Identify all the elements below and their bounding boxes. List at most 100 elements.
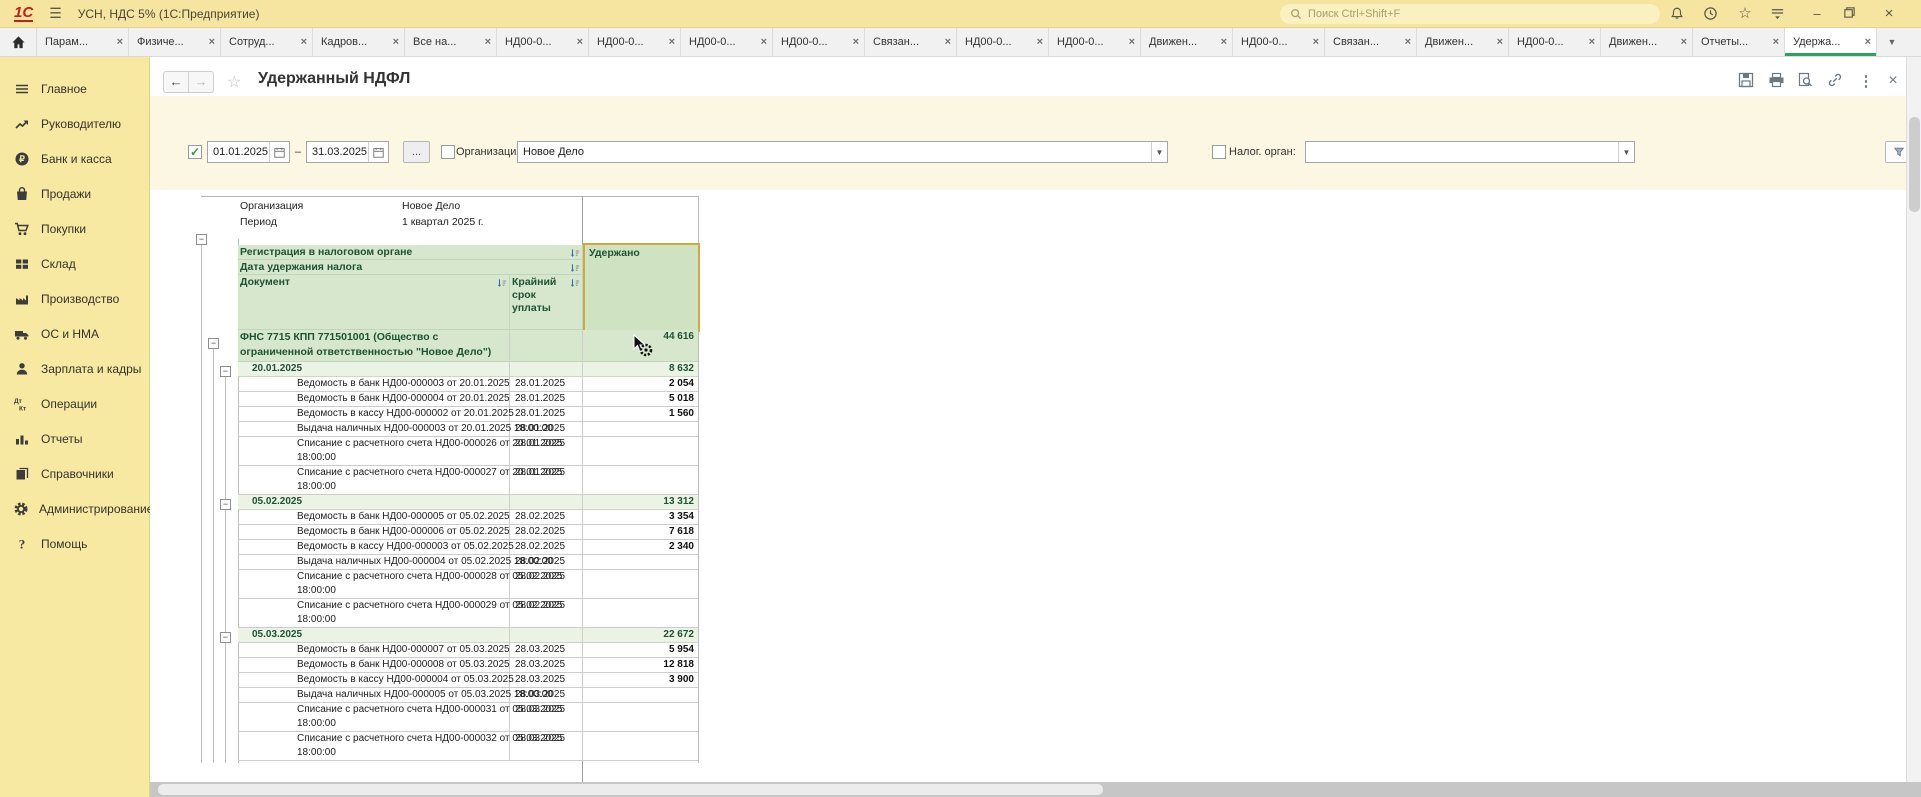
back-button[interactable]: ←: [163, 71, 189, 93]
sort-icon[interactable]: [568, 246, 580, 259]
sidebar-item-bag[interactable]: Продажи: [0, 176, 149, 211]
tab-close-icon[interactable]: ×: [485, 36, 491, 48]
sidebar-item-person[interactable]: Зарплата и кадры: [0, 351, 149, 386]
calendar-icon[interactable]: [269, 142, 289, 162]
vertical-scrollbar[interactable]: [1906, 57, 1921, 782]
tab-close-icon[interactable]: ×: [393, 36, 399, 48]
detail-row[interactable]: Ведомость в банк НД00-000003 от 20.01.20…: [201, 377, 698, 392]
tab-close-icon[interactable]: ×: [853, 36, 859, 48]
tab-item[interactable]: Удержа...×: [1785, 28, 1877, 56]
detail-row[interactable]: Выдача наличных НД00-000004 от 05.02.202…: [201, 555, 698, 570]
tab-item[interactable]: Физиче...×: [129, 28, 221, 56]
tab-item[interactable]: Движен...×: [1601, 28, 1693, 56]
tab-item[interactable]: Связан...×: [1325, 28, 1417, 56]
tab-close-icon[interactable]: ×: [1313, 36, 1319, 48]
tab-close-icon[interactable]: ×: [945, 36, 951, 48]
tab-close-icon[interactable]: ×: [1865, 36, 1871, 48]
collapse-date3-box[interactable]: −: [220, 632, 231, 643]
period-from-field[interactable]: 01.01.2025: [207, 141, 290, 163]
tab-close-icon[interactable]: ×: [301, 36, 307, 48]
sort-icon[interactable]: [568, 261, 580, 274]
date-group-row[interactable]: 05.03.202522 672: [201, 628, 698, 643]
tab-close-icon[interactable]: ×: [577, 36, 583, 48]
close-window-icon[interactable]: ×: [1880, 6, 1898, 22]
tab-item[interactable]: НД00-0...×: [957, 28, 1049, 56]
sidebar-item-help[interactable]: ?Помощь: [0, 526, 149, 561]
sidebar-item-grid[interactable]: Склад: [0, 246, 149, 281]
chevron-down-icon[interactable]: ▼: [1151, 142, 1167, 162]
collapse-level1-box[interactable]: −: [196, 234, 207, 245]
tab-item[interactable]: Кадров...×: [313, 28, 405, 56]
tab-close-icon[interactable]: ×: [1221, 36, 1227, 48]
period-to-field[interactable]: 31.03.2025: [306, 141, 389, 163]
detail-row[interactable]: Списание с расчетного счета НД00-000027 …: [201, 466, 698, 495]
tab-item[interactable]: НД00-0...×: [497, 28, 589, 56]
tab-item[interactable]: Парам...×: [37, 28, 129, 56]
col-due[interactable]: Крайний срок уплаты: [510, 275, 583, 330]
tab-close-icon[interactable]: ×: [117, 36, 123, 48]
tax-organ-combo[interactable]: ▼: [1305, 141, 1635, 163]
report-spreadsheet[interactable]: ОрганизацияНовое Дело Период1 квартал 20…: [150, 190, 1921, 782]
date-group-row[interactable]: 05.02.202513 312: [201, 495, 698, 510]
sort-icon[interactable]: [495, 276, 507, 329]
horizontal-scrollbar[interactable]: [150, 782, 1921, 797]
preview-icon[interactable]: [1797, 72, 1817, 90]
service-menu-icon[interactable]: [1770, 6, 1788, 22]
collapse-fns-box[interactable]: −: [208, 338, 219, 349]
detail-row[interactable]: Ведомость в банк НД00-000007 от 05.03.20…: [201, 643, 698, 658]
tab-item[interactable]: Все на...×: [405, 28, 497, 56]
tab-close-icon[interactable]: ×: [761, 36, 767, 48]
detail-row[interactable]: Списание с расчетного счета НД00-000032 …: [201, 732, 698, 761]
detail-row[interactable]: Ведомость в банк НД00-000006 от 05.02.20…: [201, 525, 698, 540]
detail-row[interactable]: Списание с расчетного счета НД00-000028 …: [201, 570, 698, 599]
period-checkbox[interactable]: ✓: [188, 145, 202, 159]
global-search-input[interactable]: Поиск Ctrl+Shift+F: [1280, 4, 1660, 24]
sidebar-item-truck[interactable]: ОС и НМА: [0, 316, 149, 351]
sidebar-item-factory[interactable]: Производство: [0, 281, 149, 316]
collapse-date2-box[interactable]: −: [220, 499, 231, 510]
tab-home[interactable]: [0, 28, 37, 56]
link-icon[interactable]: [1827, 72, 1847, 90]
tab-close-icon[interactable]: ×: [1129, 36, 1135, 48]
tax-organ-checkbox[interactable]: [1212, 145, 1226, 159]
tab-close-icon[interactable]: ×: [1773, 36, 1779, 48]
favorites-icon[interactable]: ☆: [1736, 6, 1754, 22]
sidebar-item-cart[interactable]: Покупки: [0, 211, 149, 246]
tab-item[interactable]: Движен...×: [1417, 28, 1509, 56]
detail-row[interactable]: Списание с расчетного счета НД00-000031 …: [201, 703, 698, 732]
tab-close-icon[interactable]: ×: [669, 36, 675, 48]
fns-group-row[interactable]: ФНС 7715 КПП 771501001 (Общество с огран…: [201, 330, 698, 362]
favorite-star-icon[interactable]: ☆: [227, 72, 241, 92]
tab-close-icon[interactable]: ×: [1589, 36, 1595, 48]
tab-close-icon[interactable]: ×: [1405, 36, 1411, 48]
detail-row[interactable]: Ведомость в банк НД00-000008 от 05.03.20…: [201, 658, 698, 673]
detail-row[interactable]: Списание с расчетного счета НД00-000026 …: [201, 437, 698, 466]
tab-item[interactable]: Отчеты...×: [1693, 28, 1785, 56]
tab-overflow-icon[interactable]: ▼: [1877, 28, 1907, 56]
tab-item[interactable]: Сотруд...×: [221, 28, 313, 56]
col-registration[interactable]: Регистрация в налоговом органе: [238, 245, 583, 260]
chevron-down-icon[interactable]: ▼: [1618, 142, 1634, 162]
horizontal-scrollbar-thumb[interactable]: [158, 784, 1103, 795]
notifications-icon[interactable]: [1670, 6, 1688, 22]
tab-item[interactable]: НД00-0...×: [589, 28, 681, 56]
detail-row[interactable]: Ведомость в кассу НД00-000003 от 05.02.2…: [201, 540, 698, 555]
col-document[interactable]: Документ: [238, 275, 510, 330]
tab-item[interactable]: НД00-0...×: [1509, 28, 1601, 56]
close-report-icon[interactable]: ×: [1883, 72, 1903, 90]
detail-row[interactable]: Ведомость в кассу НД00-000004 от 05.03.2…: [201, 673, 698, 688]
calendar-icon[interactable]: [368, 142, 388, 162]
col-withheld-selected-cell[interactable]: Удержано: [583, 243, 700, 332]
tab-close-icon[interactable]: ×: [1681, 36, 1687, 48]
print-icon[interactable]: [1768, 72, 1788, 90]
org-combo[interactable]: Новое Дело ▼: [517, 141, 1168, 163]
save-icon[interactable]: [1738, 72, 1758, 90]
sidebar-item-dtkt[interactable]: ДтКтОперации: [0, 386, 149, 421]
sidebar-item-menu[interactable]: Главное: [0, 71, 149, 106]
detail-row[interactable]: Ведомость в банк НД00-000005 от 05.02.20…: [201, 510, 698, 525]
sidebar-item-ruble[interactable]: ₽Банк и касса: [0, 141, 149, 176]
tab-item[interactable]: НД00-0...×: [773, 28, 865, 56]
restore-icon[interactable]: [1843, 6, 1861, 22]
tab-item[interactable]: НД00-0...×: [681, 28, 773, 56]
tab-close-icon[interactable]: ×: [209, 36, 215, 48]
